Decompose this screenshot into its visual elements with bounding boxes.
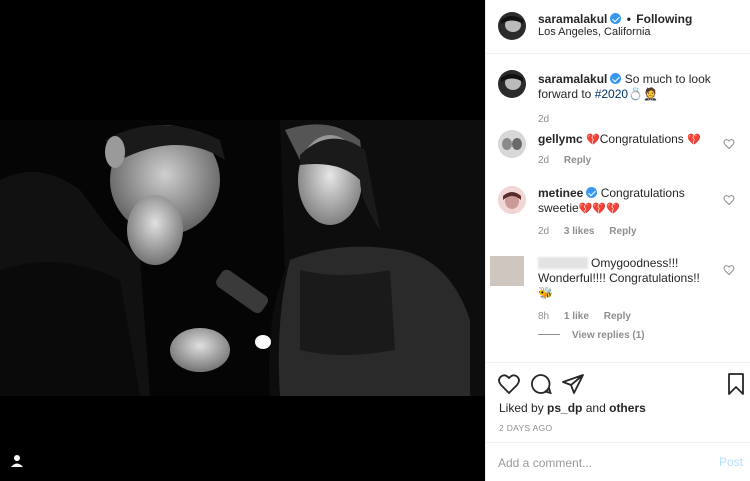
like-comment-heart-icon[interactable] [723,194,735,206]
following-button[interactable]: Following [636,12,692,26]
comment-username[interactable]: gellymc [538,132,583,146]
comment-meta: 2d Reply [538,155,603,166]
like-comment-heart-icon[interactable] [723,138,735,150]
verified-badge-icon [610,73,622,84]
save-bookmark-icon[interactable] [724,372,748,396]
comment-item: metinee Congratulations sweetie💔💔💔 2d 3 … [486,186,750,246]
comment-item: gellymc 💔Congratulations 💔 2d Reply [486,130,750,174]
instagram-post-modal: saramalakul • Following Los Angeles, Cal… [0,0,750,481]
comment-text: metinee Congratulations sweetie💔💔💔 [538,186,713,217]
post-location[interactable]: Los Angeles, California [538,26,651,38]
comment-meta: 2d 3 likes Reply [538,226,649,237]
commenter-avatar[interactable] [498,130,526,158]
reply-button[interactable]: Reply [604,311,631,322]
comment-item: Omygoodness!!! Wonderful!!!! Congratulat… [486,256,750,366]
view-replies-button[interactable]: View replies (1) [538,330,645,341]
comment-likes[interactable]: 1 like [564,311,589,322]
share-direct-icon[interactable] [561,372,585,396]
hashtag-link[interactable]: #2020 [595,87,628,101]
liked-by-others[interactable]: others [609,401,646,415]
comment-text: Omygoodness!!! Wonderful!!!! Congratulat… [538,256,713,301]
comment-body: Congratulations [599,132,684,146]
post-photo[interactable] [0,120,485,396]
comment-text: gellymc 💔Congratulations 💔 [538,132,713,148]
caption-text: saramalakul So much to look forward to #… [538,72,713,102]
action-bar: Liked by ps_dp and others 2 DAYS AGO [486,362,750,442]
reply-button[interactable]: Reply [609,226,636,237]
post-header: saramalakul • Following Los Angeles, Cal… [486,0,750,54]
liked-by-line: Liked by ps_dp and others [499,401,646,415]
comment-composer: Post [486,442,750,481]
caption-item: saramalakul So much to look forward to #… [486,70,750,130]
post-photo-illustration [0,120,485,396]
comment-time[interactable]: 2d [538,155,549,166]
comment-time[interactable]: 2d [538,226,549,237]
heart-emoji-icon: 💔💔💔 [578,203,620,215]
commenter-avatar[interactable] [498,186,526,214]
media-area [0,0,485,481]
like-comment-heart-icon[interactable] [723,264,735,276]
verified-badge-icon [586,187,598,198]
author-avatar[interactable] [498,12,526,40]
heart-emoji-icon: 💔 [586,134,600,146]
author-username[interactable]: saramalakul [538,12,607,26]
comment-time[interactable]: 8h [538,311,549,322]
caption-avatar[interactable] [498,70,526,98]
reply-button[interactable]: Reply [564,155,591,166]
comment-bubble-icon[interactable] [529,372,553,396]
post-comment-button[interactable]: Post [719,455,743,469]
caption-meta: 2d [538,114,561,125]
post-sidebar: saramalakul • Following Los Angeles, Cal… [485,0,750,481]
verified-badge-icon [610,13,622,24]
comment-likes[interactable]: 3 likes [564,226,595,237]
user-tag-icon[interactable] [8,452,26,470]
blurred-username [538,257,588,269]
bee-emoji-icon: 🐝 [538,286,553,300]
add-comment-input[interactable] [498,453,698,473]
comment-meta: 8h 1 like Reply [538,311,643,322]
like-heart-icon[interactable] [497,372,521,396]
liked-by-prefix: Liked by [499,401,544,415]
post-timestamp[interactable]: 2 DAYS AGO [499,423,552,433]
caption-username[interactable]: saramalakul [538,72,607,86]
liked-by-user[interactable]: ps_dp [547,401,582,415]
caption-time[interactable]: 2d [538,114,549,125]
commenter-avatar-blurred[interactable] [490,256,524,286]
comments-list: saramalakul So much to look forward to #… [486,54,750,368]
heart-emoji-icon: 💔 [687,134,701,146]
liked-by-and: and [585,401,606,415]
author-line: saramalakul • Following [538,12,692,26]
separator-dot: • [626,12,631,26]
comment-username[interactable]: metinee [538,186,583,200]
caption-emoji: 💍🤵 [628,87,658,101]
